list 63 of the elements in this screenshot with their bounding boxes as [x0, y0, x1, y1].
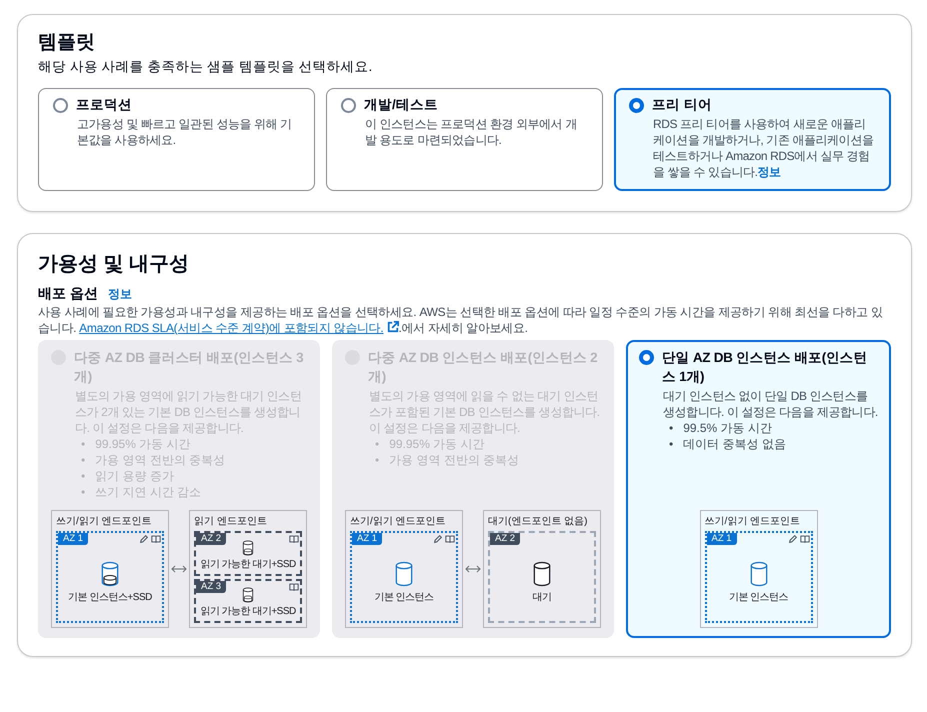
instance-caption: 기본 인스턴스+SSD [68, 590, 152, 604]
endpoint-title: 쓰기/읽기 엔드포인트 [350, 515, 447, 528]
bullet-mark: • [81, 484, 86, 500]
instance-caption: 읽기 가능한 대기+SSD [200, 605, 296, 618]
book-icon [800, 534, 810, 544]
az-badge: AZ 3 [196, 580, 226, 592]
radio-button[interactable] [53, 98, 68, 113]
option-label: 프리 티어 [652, 96, 712, 114]
option-label: 프로덕션 [76, 96, 132, 114]
bullet-mark: • [669, 420, 674, 436]
deployment-option-card[interactable]: 단일 AZ DB 인스턴스 배포(인스턴스 1개) 대기 인스턴스 없이 단일 DB 인스턴스를 생성합니다. 이 설정은 다음을 제공합니다. • 99.5% 가동 시간 • 데이터 중복성 없음 쓰기/읽기 엔드포인트 AZ 1 기본 인스턴스 [626, 340, 891, 638]
endpoint-title: 읽기 엔드포인트 [194, 515, 268, 528]
option-description: 이 인스턴스는 프로덕션 환경 외부에서 개발 용도로 마련되었습니다. [365, 116, 578, 148]
section-description: 해당 사용 사례를 충족하는 샘플 템플릿을 선택하세요. [38, 58, 374, 76]
bullet-mark: • [81, 452, 86, 468]
book-icon [445, 534, 455, 544]
az-badge: AZ 2 [490, 533, 520, 545]
field-description: 사용 사례에 필요한 가용성과 내구성을 제공하는 배포 옵션을 선택하세요. AWS는 선택한 배포 옵션에 따라 일정 수준의 가동 시간을 제공하기 위해 최선을 다하고 있습니다. Amazon RDS SLA(서비스 수준 계약)에 포함되지 않습니다. .에서 자세히 알아보세요. [38, 304, 884, 336]
double-arrow-icon [171, 565, 187, 573]
book-icon [289, 582, 299, 592]
book-icon [151, 534, 161, 544]
info-link[interactable]: 정보 [758, 165, 781, 179]
template-option-card[interactable]: 프리 티어 RDS 프리 티어를 사용하여 새로운 애플리케이션을 개발하거나, 기존 애플리케이션을 테스트하거나 Amazon RDS에서 실무 경험을 쌓을 수 있습니다.정보 [614, 88, 891, 191]
endpoint-title: 쓰기/읽기 엔드포인트 [704, 515, 802, 528]
section-title: 가용성 및 내구성 [38, 252, 190, 277]
template-option-card[interactable]: 프로덕션 고가용성 및 빠르고 일관된 성능을 위해 기본값을 사용하세요. [38, 88, 315, 191]
feature-item: 데이터 중복성 없음 [683, 436, 786, 452]
radio-button[interactable] [629, 98, 644, 113]
option-description: RDS 프리 티어를 사용하여 새로운 애플리케이션을 개발하거나, 기존 애플리케이션을 테스트하거나 Amazon RDS에서 실무 경험을 쌓을 수 있습니다.정보 [653, 116, 875, 180]
bullet-mark: • [375, 452, 380, 468]
field-label: 배포 옵션 [38, 285, 98, 303]
pencil-icon [139, 534, 149, 544]
option-label: 개발/테스트 [364, 96, 438, 114]
az-badge: AZ 1 [706, 533, 737, 545]
info-link[interactable]: 정보 [108, 286, 132, 303]
pencil-icon [433, 534, 443, 544]
pencil-icon [788, 534, 798, 544]
bullet-mark: • [81, 468, 86, 484]
template-option-card[interactable]: 개발/테스트 이 인스턴스는 프로덕션 환경 외부에서 개발 용도로 마련되었습니다. [326, 88, 603, 191]
instance-caption: 읽기 가능한 대기+SSD [200, 558, 296, 571]
bullet-mark: • [375, 436, 380, 452]
az-badge: AZ 1 [58, 533, 88, 545]
instance-caption: 기본 인스턴스 [374, 590, 434, 604]
deployment-option-card[interactable] [38, 340, 320, 638]
bullet-mark: • [81, 436, 86, 452]
option-label: 단일 AZ DB 인스턴스 배포(인스턴스 1개) [662, 349, 868, 386]
az-badge: AZ 1 [352, 533, 382, 545]
feature-item: 99.5% 가동 시간 [683, 420, 772, 436]
bullet-mark: • [669, 436, 674, 452]
book-icon [289, 534, 299, 544]
radio-button[interactable] [341, 98, 356, 113]
radio-button[interactable] [639, 350, 654, 365]
section-title: 템플릿 [38, 31, 96, 55]
az-badge: AZ 2 [196, 533, 226, 545]
option-description: 고가용성 및 빠르고 일관된 성능을 위해 기본값을 사용하세요. [77, 116, 293, 148]
instance-caption: 기본 인스턴스 [728, 590, 788, 604]
endpoint-title: 쓰기/읽기 엔드포인트 [56, 515, 153, 528]
option-description: 대기 인스턴스 없이 단일 DB 인스턴스를 생성합니다. 이 설정은 다음을 제공합니다. [663, 388, 878, 420]
sla-link[interactable]: Amazon RDS SLA(서비스 수준 계약)에 포함되지 않습니다. [79, 321, 384, 335]
double-arrow-icon [465, 565, 481, 573]
endpoint-title: 대기(엔드포인트 없음) [488, 515, 588, 528]
instance-caption: 대기 [532, 590, 552, 604]
external-link-icon[interactable] [386, 321, 398, 333]
